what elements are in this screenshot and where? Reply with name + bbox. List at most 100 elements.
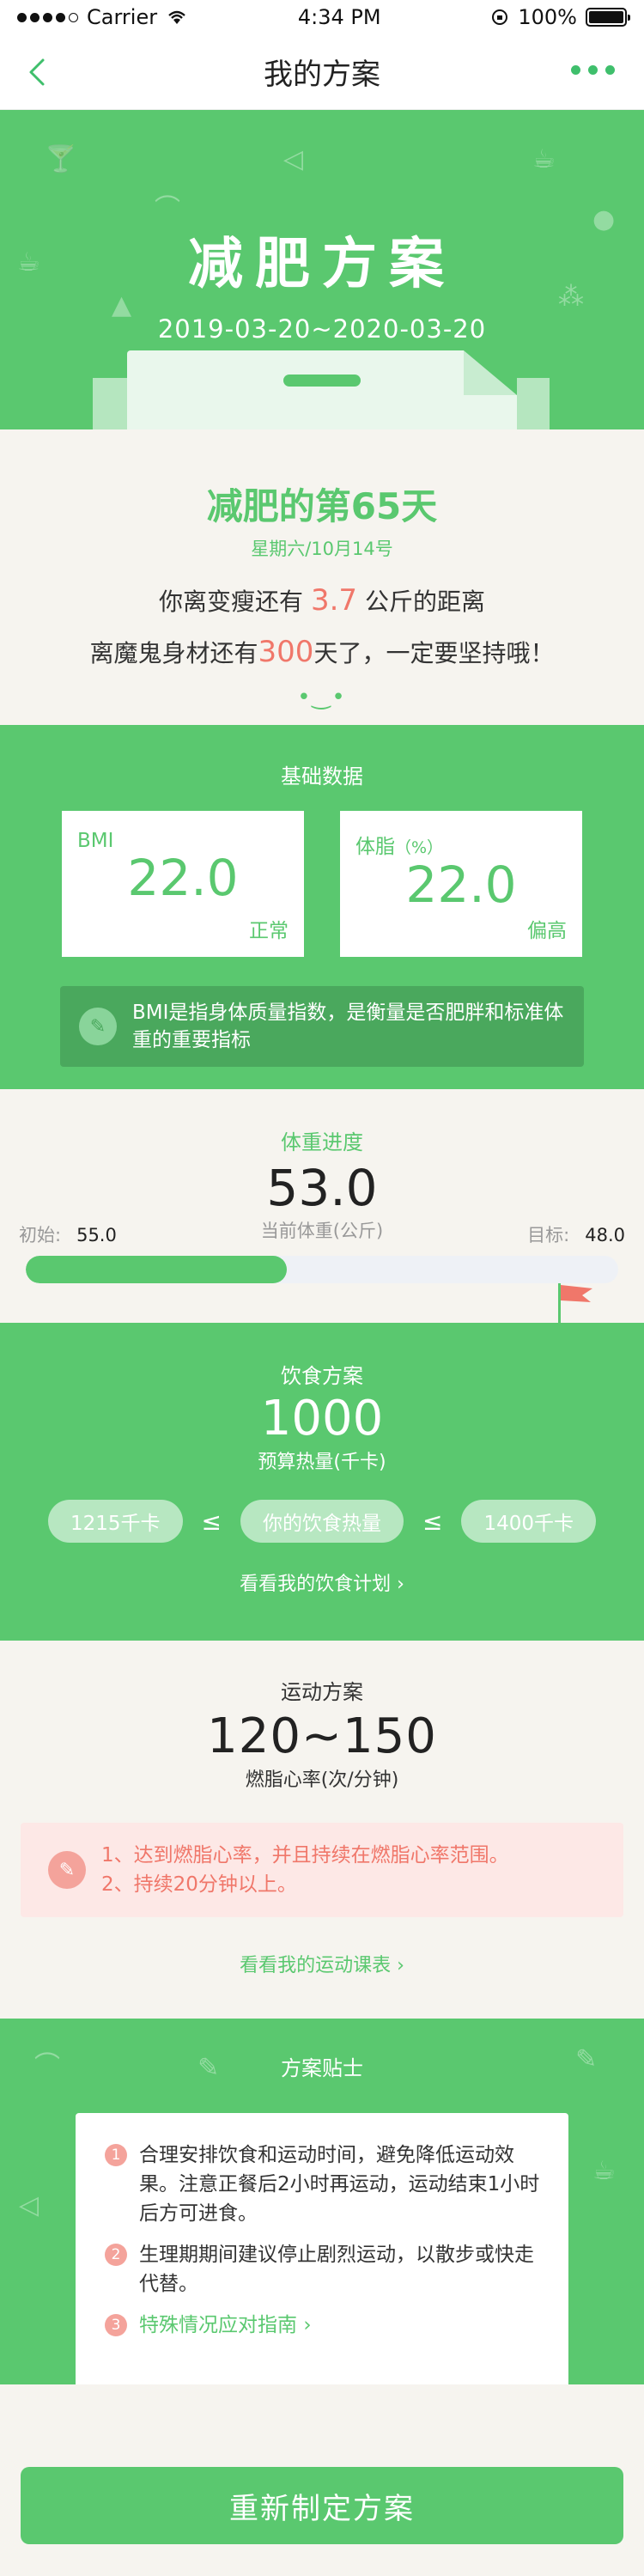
plan-title: 减肥方案 <box>188 233 456 296</box>
cocktail-icon: 🍸 <box>45 144 77 174</box>
banana-icon: ⌒ <box>155 194 180 224</box>
cup-icon: ☕ <box>592 2156 616 2186</box>
bottom-bar: 重新制定方案 <box>0 2431 644 2576</box>
weight-progress-title: 体重进度 <box>281 1130 363 1154</box>
cheese-icon: ▲ <box>112 290 132 320</box>
battery-icon <box>586 8 630 27</box>
exercise-note-line1: 1、达到燃脂心率，并且持续在燃脂心率范围。 <box>101 1844 509 1867</box>
start-weight-value: 55.0 <box>76 1225 117 1245</box>
your-calories: 你的饮食热量 <box>240 1500 404 1543</box>
day-count-title: 减肥的第65天 <box>206 485 438 527</box>
orientation-lock-icon <box>492 9 508 25</box>
tag-icon: ✎ <box>79 1008 117 1045</box>
heart-rate-value: 120~150 <box>207 1708 437 1764</box>
status-time: 4:34 PM <box>297 5 381 29</box>
tip-item: 1 合理安排饮食和运动时间，避免降低运动效果。注意正餐后2小时再运动，运动结束1小… <box>105 2141 543 2228</box>
less-equal-sign: ≤ <box>201 1507 222 1536</box>
fish-icon: ◁ <box>19 2190 39 2220</box>
navigation-bar: 我的方案 <box>0 34 644 110</box>
more-options-icon[interactable] <box>571 65 615 75</box>
budget-calories-label: 预算热量(千卡) <box>258 1452 386 1473</box>
heart-rate-label: 燃脂心率(次/分钟) <box>245 1769 399 1791</box>
less-equal-sign: ≤ <box>422 1507 443 1536</box>
remaining-weight-prefix: 你离变瘦还有 <box>159 588 304 616</box>
special-guide-link[interactable]: 3 特殊情况应对指南 › <box>105 2311 543 2340</box>
battery-percent: 100% <box>518 5 577 29</box>
remaining-weight-value: 3.7 <box>310 583 358 618</box>
carrot-icon: ✎ <box>197 2053 220 2083</box>
start-weight: 初始: 55.0 <box>19 1225 117 1245</box>
flag-icon <box>558 1283 592 1325</box>
mug-icon: ☕ <box>532 144 556 174</box>
status-bar: Carrier 4:34 PM 100% <box>0 0 644 34</box>
tip-text: 生理期期间建议停止剧烈运动，以散步或快走代替。 <box>139 2244 534 2295</box>
tip-item: 2 生理期期间建议停止剧烈运动，以散步或快走代替。 <box>105 2240 543 2299</box>
reset-plan-button[interactable]: 重新制定方案 <box>21 2467 623 2544</box>
remaining-weight-suffix: 公斤的距离 <box>364 588 485 616</box>
paper-fold <box>464 350 517 395</box>
remaining-days-line: 离魔鬼身材还有300天了，一定要坚持哦！ <box>0 635 644 669</box>
body-fat-status: 偏高 <box>527 920 567 942</box>
basic-data-section: 基础数据 BMI 22.0 正常 体脂（%） 22.0 偏高 ✎ BMI是指身体… <box>0 725 644 1089</box>
exercise-schedule-link[interactable]: 看看我的运动课表 › <box>0 1950 644 1977</box>
tag-icon: ✎ <box>48 1851 86 1889</box>
bmi-card[interactable]: BMI 22.0 正常 <box>62 811 304 957</box>
carrier-label: Carrier <box>87 5 158 29</box>
calorie-range: 1215千卡 ≤ 你的饮食热量 ≤ 1400千卡 <box>0 1500 644 1543</box>
exercise-note: ✎ 1、达到燃脂心率，并且持续在燃脂心率范围。 2、持续20分钟以上。 <box>21 1823 623 1917</box>
paper-illustration <box>127 350 517 429</box>
calorie-min: 1215千卡 <box>47 1500 183 1543</box>
cup-icon: ☕ <box>17 247 40 277</box>
calorie-max: 1400千卡 <box>461 1500 597 1543</box>
apple-icon: ● <box>592 204 616 234</box>
tips-card: 1 合理安排饮食和运动时间，避免降低运动效果。注意正餐后2小时再运动，运动结束1小… <box>76 2113 568 2384</box>
day-progress-section: 减肥的第65天 星期六/10月14号 你离变瘦还有 3.7 公斤的距离 离魔鬼身… <box>0 429 644 725</box>
basic-data-title: 基础数据 <box>281 764 363 789</box>
plan-tips-title: 方案贴士 <box>281 2056 363 2080</box>
signal-icon <box>17 12 78 22</box>
current-weight-value: 53.0 <box>266 1159 378 1217</box>
exercise-plan-section: 运动方案 120~150 燃脂心率(次/分钟) ✎ 1、达到燃脂心率，并且持续在… <box>0 1641 644 2019</box>
carrot-icon: ✎ <box>575 2044 598 2074</box>
tip-text: 合理安排饮食和运动时间，避免降低运动效果。注意正餐后2小时再运动，运动结束1小时… <box>139 2144 540 2225</box>
target-weight-value: 48.0 <box>585 1225 625 1245</box>
body-fat-card[interactable]: 体脂（%） 22.0 偏高 <box>340 811 582 957</box>
wifi-icon <box>168 10 185 24</box>
bmi-note: ✎ BMI是指身体质量指数，是衡量是否肥胖和标准体重的重要指标 <box>60 986 584 1067</box>
bmi-status: 正常 <box>249 920 289 942</box>
plan-dates: 2019-03-20~2020-03-20 <box>157 314 487 344</box>
chevron-right-icon: › <box>303 2314 312 2336</box>
plan-tips-section: ⌒ ✎ ✎ ◁ ☕ 方案贴士 1 合理安排饮食和运动时间，避免降低运动效果。注意正… <box>0 2019 644 2384</box>
diet-plan-section: 饮食方案 1000 预算热量(千卡) 1215千卡 ≤ 你的饮食热量 ≤ 140… <box>0 1283 644 1641</box>
tip-text: 特殊情况应对指南 <box>139 2314 297 2336</box>
exercise-plan-title: 运动方案 <box>281 1680 363 1704</box>
bmi-value: 22.0 <box>127 849 239 907</box>
diet-plan-title: 饮食方案 <box>281 1364 363 1388</box>
smile-icon: •‿• <box>297 685 347 710</box>
banana-icon: ⌒ <box>34 2051 60 2081</box>
remaining-weight-line: 你离变瘦还有 3.7 公斤的距离 <box>0 583 644 618</box>
exercise-note-line2: 2、持续20分钟以上。 <box>101 1873 297 1896</box>
grape-icon: ⁂ <box>558 282 584 312</box>
fish-icon: ◁ <box>283 144 304 174</box>
budget-calories-value: 1000 <box>260 1391 384 1446</box>
diet-plan-link[interactable]: 看看我的饮食计划 › <box>0 1568 644 1596</box>
current-date: 星期六/10月14号 <box>251 539 393 559</box>
chevron-right-icon: › <box>397 1574 404 1595</box>
body-fat-unit: （%） <box>395 838 444 857</box>
bmi-note-text: BMI是指身体质量指数，是衡量是否肥胖和标准体重的重要指标 <box>132 1002 564 1051</box>
chevron-right-icon: › <box>397 1955 404 1976</box>
target-weight: 目标: 48.0 <box>527 1225 625 1245</box>
weight-progress-fill <box>26 1256 287 1283</box>
back-arrow-icon[interactable] <box>19 53 57 91</box>
body-fat-value: 22.0 <box>405 856 517 914</box>
remaining-days-prefix: 离魔鬼身材还有 <box>89 639 258 667</box>
plan-banner: 🍸 ⌒ ☕ ▲ ◁ ☕ ● ⁂ 减肥方案 2019-03-20~2020-03-… <box>0 110 644 429</box>
weight-progress-bar <box>26 1256 618 1283</box>
page-title: 我的方案 <box>264 58 380 92</box>
remaining-days-suffix: 天了，一定要坚持哦！ <box>313 639 555 667</box>
remaining-days-value: 300 <box>258 635 314 669</box>
weight-progress-section: 体重进度 53.0 当前体重(公斤) 初始: 55.0 目标: 48.0 <box>0 1089 644 1323</box>
paper-slot <box>283 375 361 387</box>
body-fat-label: 体脂 <box>355 836 395 858</box>
